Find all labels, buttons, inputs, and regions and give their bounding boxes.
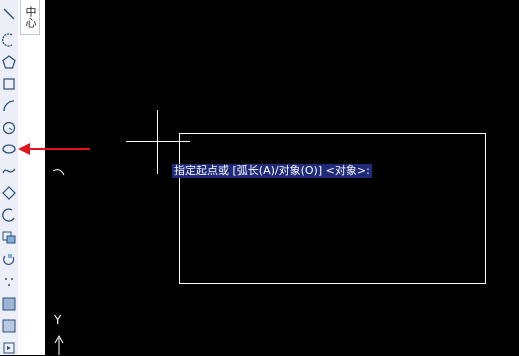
crosshair-cursor-vertical [157,110,158,174]
rectangle-icon[interactable] [1,76,17,92]
ellipse-icon[interactable] [1,141,17,157]
gradient-icon[interactable] [1,318,17,334]
hatch-icon[interactable] [1,296,17,312]
crosshair-cursor-horizontal [126,141,190,142]
insert-block-icon[interactable] [1,229,17,245]
ucs-axis-icon [54,334,64,355]
ucs-y-label: Y [54,313,62,327]
circle-icon[interactable] [1,120,17,136]
ellipse-arc-icon[interactable] [1,207,17,223]
polygon-icon[interactable] [1,54,17,70]
polyline-icon[interactable] [1,32,17,48]
make-block-icon[interactable] [1,252,17,268]
revision-cloud-icon[interactable] [1,185,17,201]
drawn-rectangle[interactable] [179,133,486,284]
line-icon[interactable] [1,6,17,22]
spline-icon[interactable] [1,163,17,179]
arc-icon[interactable] [1,98,17,114]
region-icon[interactable] [1,340,17,356]
red-pointer-arrow-icon [18,143,90,155]
point-icon[interactable] [1,274,17,290]
command-prompt-tooltip: 指定起点或 [弧长(A)/对象(O)] <对象>: [172,164,372,178]
draw-toolbar [0,0,19,355]
arc-snap-marker-icon [52,169,65,176]
panel-background [18,0,45,355]
panel-tab[interactable]: 中心 [20,0,40,35]
